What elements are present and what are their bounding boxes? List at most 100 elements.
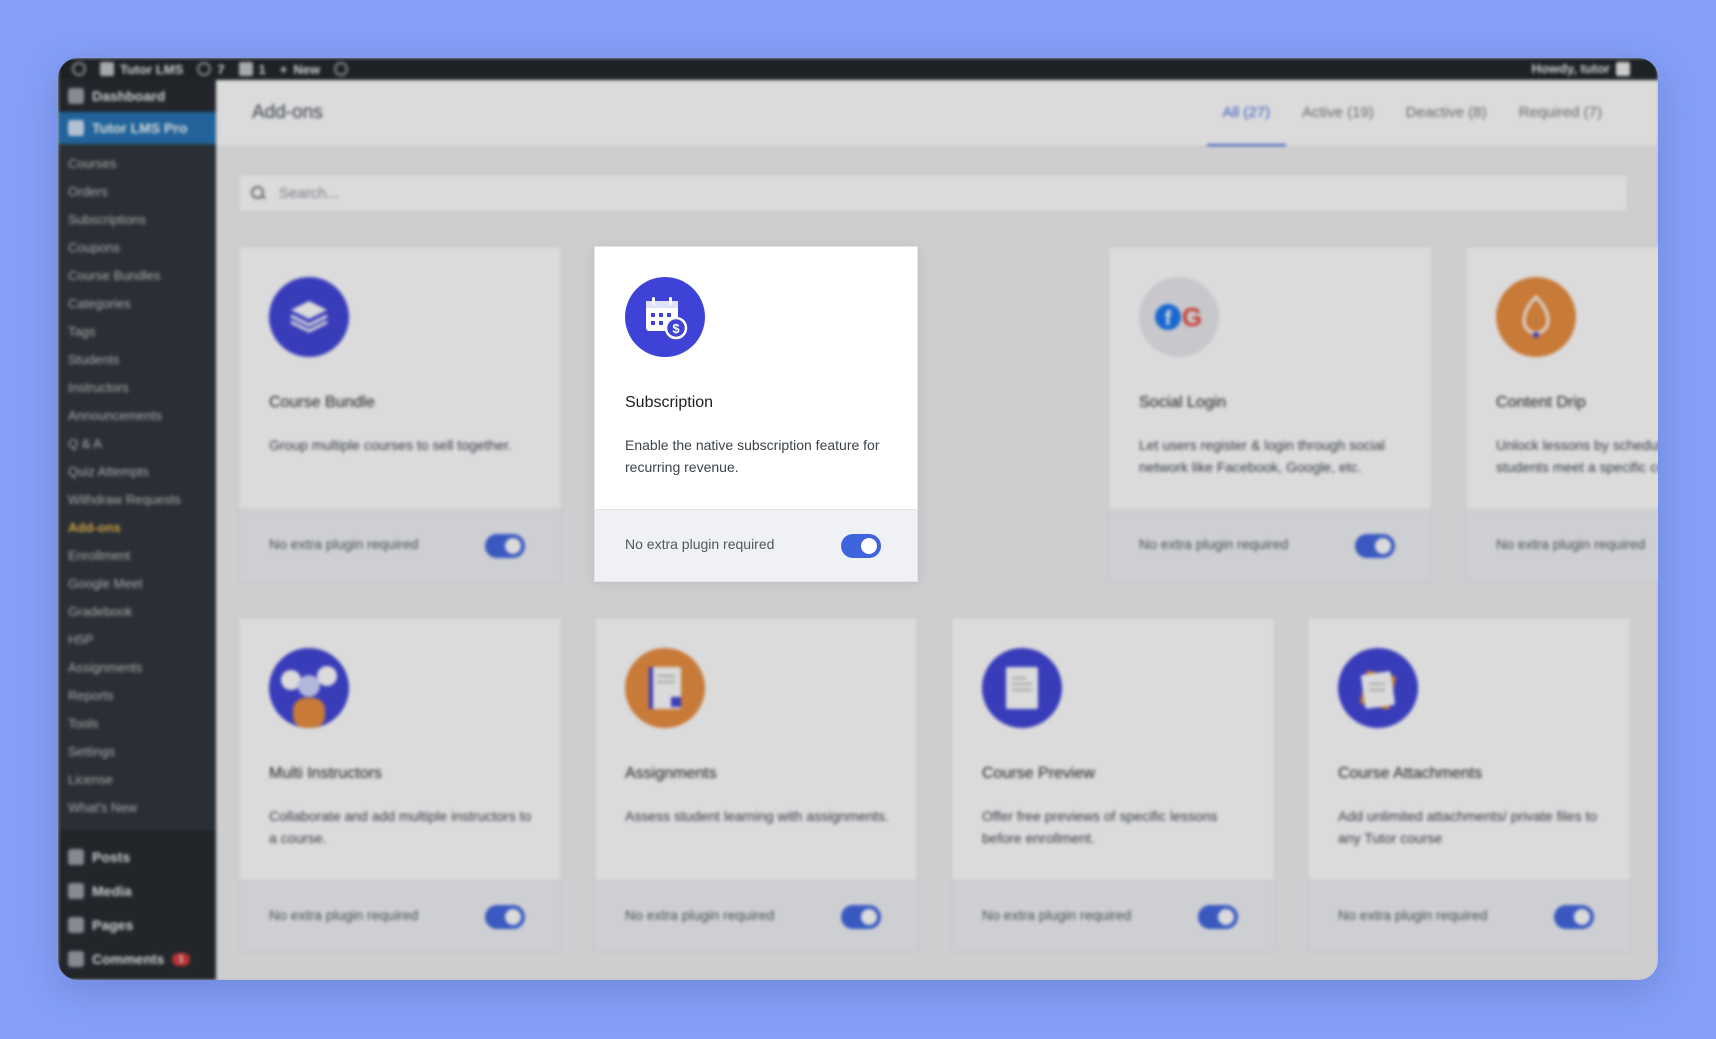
layers-icon [269,277,349,357]
addon-name: Multi Instructors [269,765,382,782]
updates-item[interactable]: 7 [197,62,225,77]
addon-footer: No extra plugin required [1308,880,1630,952]
addon-footer: No extra plugin required [1109,509,1431,581]
addon-requirement: No extra plugin required [1496,536,1646,552]
addon-card-multi-instructors: Multi Instructors Collaborate and add mu… [238,617,562,953]
addon-name: Subscription [625,394,714,411]
addon-requirement: No extra plugin required [1338,907,1488,923]
calendar-dollar-icon: $ [625,277,705,357]
page-header: Add-ons All (27) Active (19) Deactive (8… [216,80,1658,147]
tab-all[interactable]: All (27) [1206,80,1287,146]
sidebar-item-tags[interactable]: Tags [58,318,216,346]
sidebar-item-label: Dashboard [92,88,166,104]
addon-description: Unlock lessons by schedule or when stude… [1496,437,1658,475]
sidebar-item-students[interactable]: Students [58,346,216,374]
tab-required[interactable]: Required (7) [1503,80,1618,146]
admin-bar: Tutor LMS 7 1 + New Howdy, tutor [58,58,1658,80]
assignment-icon [625,648,705,728]
addon-footer: No extra plugin required [239,880,561,952]
sidebar-item-dashboard[interactable]: Dashboard [58,80,216,112]
svg-text:f: f [1165,308,1172,330]
sidebar-item-enrollment[interactable]: Enrollment [58,542,216,570]
addon-toggle[interactable] [1198,905,1238,929]
howdy-label: Howdy, tutor [1531,61,1610,76]
main-content: Add-ons All (27) Active (19) Deactive (8… [216,80,1658,980]
addon-description: Offer free previews of specific lessons … [982,808,1218,846]
addon-card-course-preview: Course Preview Offer free previews of sp… [951,617,1275,953]
sidebar-item-media[interactable]: Media [58,874,216,908]
search-input[interactable] [277,183,1581,203]
sidebar-item-license[interactable]: License [58,766,216,794]
comments-icon [68,951,84,967]
document-icon [982,648,1062,728]
sidebar-item-courses[interactable]: Courses [58,150,216,178]
sidebar-item-instructors[interactable]: Instructors [58,374,216,402]
sidebar-item-whats-new[interactable]: What's New [58,794,216,822]
tutor-item[interactable] [334,62,349,76]
addon-description: Add unlimited attachments/ private files… [1338,808,1598,846]
addon-footer: No extra plugin required [595,509,917,581]
sidebar-item-categories[interactable]: Categories [58,290,216,318]
addon-toggle[interactable] [841,534,881,558]
addon-name: Social Login [1139,394,1227,411]
sidebar-item-posts[interactable]: Posts [58,840,216,874]
sidebar-item-pages[interactable]: Pages [58,908,216,942]
addon-requirement: No extra plugin required [1139,536,1289,552]
sidebar-item-course-bundles[interactable]: Course Bundles [58,262,216,290]
account-menu[interactable]: Howdy, tutor [1532,61,1630,76]
media-icon [68,883,84,899]
sidebar-item-tools[interactable]: Tools [58,710,216,738]
addon-description: Collaborate and add multiple instructors… [269,808,532,846]
sidebar-item-comments[interactable]: Comments 1 [58,942,216,976]
sidebar-item-coupons[interactable]: Coupons [58,234,216,262]
sidebar-item-label: Pages [92,917,134,933]
dashboard-icon [68,88,84,104]
addon-toggle[interactable] [485,905,525,929]
svg-text:$: $ [672,321,680,336]
sidebar-item-label: Media [92,883,132,899]
sidebar-item-announcements[interactable]: Announcements [58,402,216,430]
wp-logo-item[interactable] [72,62,86,76]
comments-item[interactable]: 1 [238,61,266,77]
page-title: Add-ons [252,102,323,123]
pin-icon [68,849,84,865]
sidebar-item-qa[interactable]: Q & A [58,430,216,458]
new-item[interactable]: + New [280,62,320,77]
avatar [1616,61,1630,76]
site-name-item[interactable]: Tutor LMS [100,62,183,77]
sidebar-item-gradebook[interactable]: Gradebook [58,598,216,626]
addon-card-social-login: fG Social Login Let users register & log… [1108,246,1432,582]
addon-card-course-bundle: Course Bundle Group multiple courses to … [238,246,562,582]
sidebar-item-settings[interactable]: Settings [58,738,216,766]
sidebar-item-label: Tutor LMS Pro [92,120,188,136]
sidebar-item-orders[interactable]: Orders [58,178,216,206]
sidebar-item-reports[interactable]: Reports [58,682,216,710]
sidebar-item-label: Comments [92,951,165,967]
tab-deactive[interactable]: Deactive (8) [1390,80,1503,146]
sidebar-item-google-meet[interactable]: Google Meet [58,570,216,598]
sidebar-item-tutor-lms-pro[interactable]: Tutor LMS Pro [58,112,216,144]
addon-card-subscription: $ Subscription Enable the native subscri… [594,246,918,582]
sidebar-item-add-ons[interactable]: Add-ons [58,514,216,542]
filter-tabs: All (27) Active (19) Deactive (8) Requir… [1206,80,1618,146]
addon-name: Course Preview [982,765,1095,782]
sidebar-item-assignments[interactable]: Assignments [58,654,216,682]
tab-active[interactable]: Active (19) [1286,80,1390,146]
comments-badge: 1 [172,952,190,966]
comments-count: 1 [258,61,266,77]
addon-card-assignments: Assignments Assess student learning with… [594,617,918,953]
addon-toggle[interactable] [1554,905,1594,929]
addon-toggle[interactable] [1355,534,1395,558]
tutor-icon [68,120,84,136]
svg-text:G: G [1182,302,1202,332]
addon-toggle[interactable] [841,905,881,929]
addon-toggle[interactable] [485,534,525,558]
sidebar-item-subscriptions[interactable]: Subscriptions [58,206,216,234]
attachment-icon [1338,648,1418,728]
addon-requirement: No extra plugin required [269,907,419,923]
addon-requirement: No extra plugin required [625,907,775,923]
wordpress-icon [72,62,86,76]
sidebar-item-quiz-attempts[interactable]: Quiz Attempts [58,458,216,486]
sidebar-item-withdraw-requests[interactable]: Withdraw Requests [58,486,216,514]
sidebar-item-h5p[interactable]: H5P [58,626,216,654]
